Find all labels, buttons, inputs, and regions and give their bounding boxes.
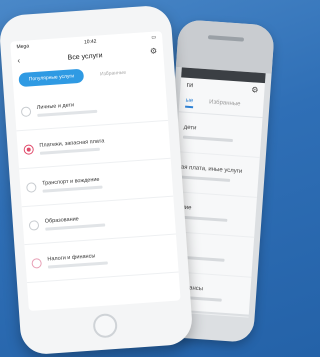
tab-popular[interactable]: Популярные услуги xyxy=(18,68,85,88)
category-icon xyxy=(28,219,40,231)
list-item[interactable]: ая плата, иные услуги xyxy=(173,152,260,198)
page-title: Все услуги xyxy=(67,51,103,62)
battery-icon: ▭ xyxy=(151,34,157,41)
tab-popular[interactable]: ые xyxy=(185,97,194,109)
list-item-label: Платежи, запасная плата xyxy=(39,137,105,149)
category-icon xyxy=(25,181,37,193)
list-item[interactable]: дети xyxy=(175,112,263,158)
list-item-text: Транспорт и вождение xyxy=(41,176,103,193)
gear-icon[interactable]: ⚙ xyxy=(251,85,259,94)
gear-icon[interactable]: ⚙ xyxy=(150,46,158,55)
category-icon xyxy=(20,105,32,117)
list-item-label: ая плата, иные услуги xyxy=(180,164,243,175)
speaker-icon xyxy=(207,35,245,42)
phone-front: Mega 10:42 ▭ ‹ Все услуги ⚙ Популярные у… xyxy=(0,4,194,356)
list-item-sub xyxy=(42,185,103,193)
back-nav-title: ги xyxy=(186,81,194,90)
list-item-sub xyxy=(180,175,231,182)
list-item-label: Образование xyxy=(44,215,79,225)
carrier-label: Mega xyxy=(16,43,30,51)
home-button[interactable] xyxy=(92,312,118,339)
tab-favorites[interactable]: Избранные xyxy=(209,99,241,111)
time-label: 10:42 xyxy=(83,38,97,46)
list-item-sub xyxy=(39,147,100,155)
list-item-label: Транспорт и вождение xyxy=(41,176,100,187)
list-item-label: дети xyxy=(183,124,197,132)
back-arrow-icon[interactable]: ‹ xyxy=(17,56,20,65)
tab-favorites[interactable]: Избранные xyxy=(94,65,133,82)
phone-back-top xyxy=(175,19,275,74)
list-item-sub xyxy=(37,109,98,117)
list-item-text: Образование xyxy=(44,214,106,231)
list-item-label: Личные и дети xyxy=(36,101,75,111)
list-item-sub xyxy=(45,222,106,231)
list-item-sub xyxy=(47,260,108,269)
list-item-text: Налоги и финансы xyxy=(47,252,108,269)
phone-front-screen: Mega 10:42 ▭ ‹ Все услуги ⚙ Популярные у… xyxy=(10,31,181,311)
list-item-text: Платежи, запасная плата xyxy=(39,138,105,155)
list-item-label: Налоги и финансы xyxy=(47,252,96,263)
alert-icon xyxy=(23,143,35,155)
category-icon xyxy=(31,257,42,269)
list-item-text: Личные и дети xyxy=(36,100,98,117)
list-item-sub xyxy=(182,135,233,143)
